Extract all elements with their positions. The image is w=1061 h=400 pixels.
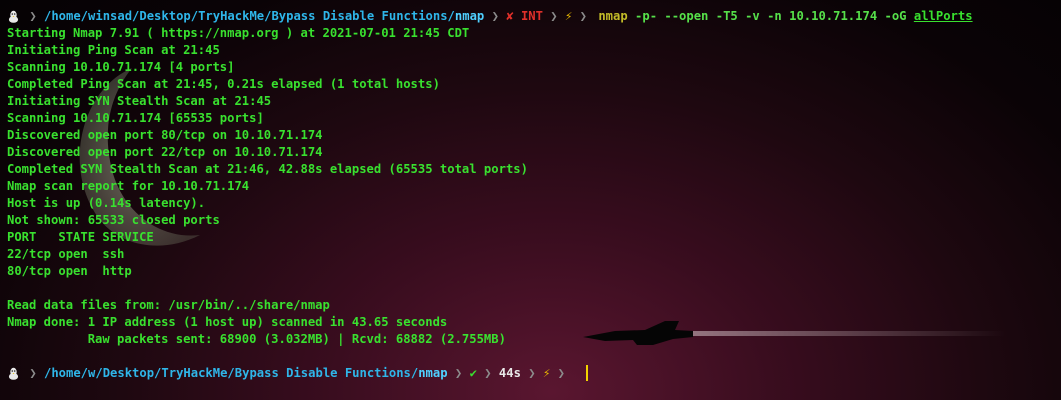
output-line: Raw packets sent: 68900 (3.032MB) | Rcvd…: [7, 332, 506, 346]
output-line: Nmap done: 1 IP address (1 host up) scan…: [7, 315, 448, 329]
output-line: Discovered open port 22/tcp on 10.10.71.…: [7, 145, 323, 159]
chevron-right-icon: ❯: [557, 366, 565, 380]
output-line: 80/tcp open http: [7, 264, 132, 278]
chevron-right-icon: ❯: [579, 9, 587, 23]
exit-status: ✘ INT: [502, 5, 547, 27]
linux-tux-icon: [0, 362, 26, 384]
output-line: Scanning 10.10.71.174 [4 ports]: [7, 60, 235, 74]
wallpaper-jet: [583, 321, 1005, 345]
terminal-window[interactable]: ❯ /home/winsad/Desktop/TryHackMe/Bypass …: [0, 0, 1061, 400]
output-line: Discovered open port 80/tcp on 10.10.71.…: [7, 128, 323, 142]
output-line: Completed SYN Stealth Scan at 21:46, 42.…: [7, 162, 528, 176]
path-prefix: /home/w/Desktop/TryHackMe/Bypass Disable…: [44, 366, 419, 380]
output-line: Initiating Ping Scan at 21:45: [7, 43, 220, 57]
error-cross-icon: ✘: [506, 9, 514, 23]
exit-status-label: INT: [520, 9, 543, 23]
chevron-right-icon: ❯: [528, 366, 536, 380]
path-last-segment: nmap: [454, 9, 485, 23]
output-line: Read data files from: /usr/bin/../share/…: [7, 298, 330, 312]
chevron-right-icon: ❯: [454, 366, 463, 380]
command-name: nmap: [598, 9, 628, 23]
command-output-file-arg: allPorts: [913, 9, 973, 23]
shell-prompt-top: ❯ /home/winsad/Desktop/TryHackMe/Bypass …: [0, 5, 973, 27]
success-check-icon: ✔: [469, 366, 477, 380]
output-line: PORT STATE SERVICE: [7, 230, 154, 244]
text-cursor[interactable]: [586, 365, 589, 381]
chevron-right-icon: ❯: [484, 366, 492, 380]
current-path: /home/w/Desktop/TryHackMe/Bypass Disable…: [40, 362, 452, 384]
output-line: Not shown: 65533 closed ports: [7, 213, 220, 227]
chevron-right-icon: ❯: [29, 366, 37, 380]
root-indicator-icon: ⚡: [564, 9, 573, 23]
command-output: Starting Nmap 7.91 ( https://nmap.org ) …: [7, 25, 528, 348]
output-line: Completed Ping Scan at 21:45, 0.21s elap…: [7, 77, 440, 91]
output-line: Initiating SYN Stealth Scan at 21:45: [7, 94, 272, 108]
chevron-right-icon: ❯: [550, 9, 558, 23]
output-line: Nmap scan report for 10.10.71.174: [7, 179, 250, 193]
path-last-segment: nmap: [418, 366, 448, 380]
chevron-right-icon: ❯: [29, 9, 37, 23]
chevron-right-icon: ❯: [491, 9, 499, 23]
shell-prompt-bottom[interactable]: ❯ /home/w/Desktop/TryHackMe/Bypass Disab…: [0, 362, 589, 384]
root-indicator-icon: ⚡: [542, 366, 551, 380]
current-path: /home/winsad/Desktop/TryHackMe/Bypass Di…: [40, 5, 488, 27]
command-duration: 44s: [498, 366, 521, 380]
output-line: Host is up (0.14s latency).: [7, 196, 206, 210]
output-line: Scanning 10.10.71.174 [65535 ports]: [7, 111, 264, 125]
command-line: nmap -p- --open -T5 -v -n 10.10.71.174 -…: [598, 5, 972, 27]
output-line: 22/tcp open ssh: [7, 247, 125, 261]
output-line: Starting Nmap 7.91 ( https://nmap.org ) …: [7, 26, 470, 40]
path-prefix: /home/winsad/Desktop/TryHackMe/Bypass Di…: [44, 9, 455, 23]
command-args: -p- --open -T5 -v -n 10.10.71.174 -oG: [635, 9, 907, 23]
linux-tux-icon: [0, 5, 26, 27]
